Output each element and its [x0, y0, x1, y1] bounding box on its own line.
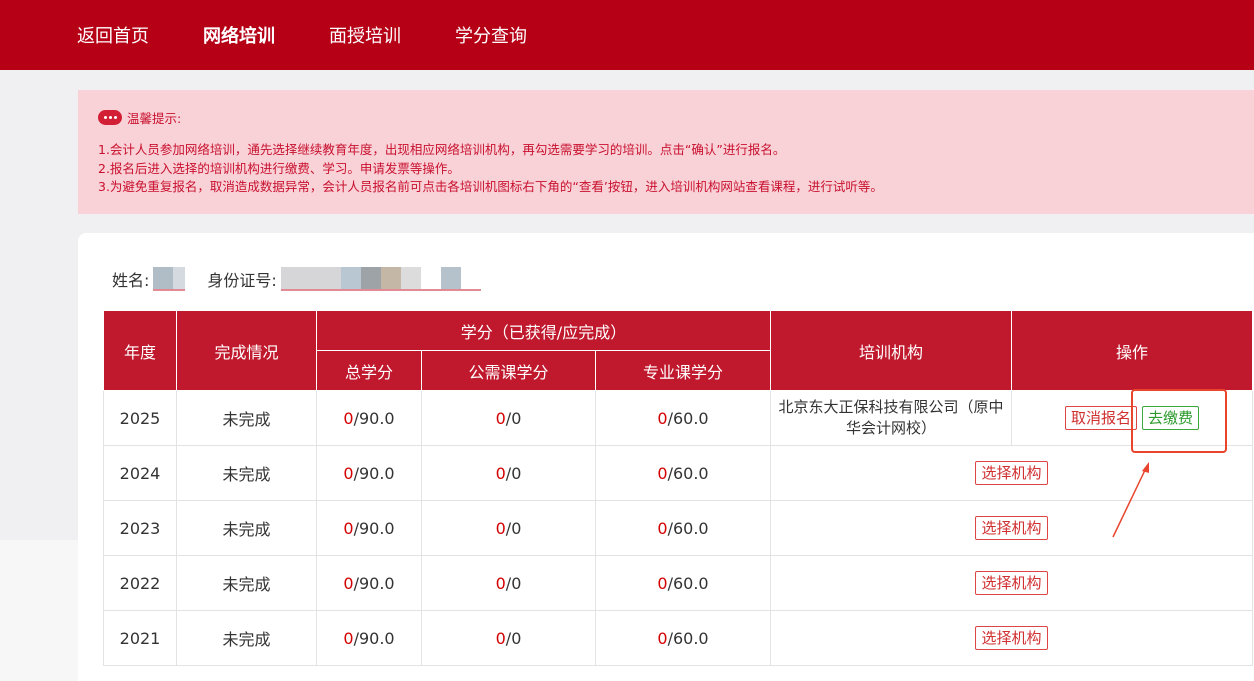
annotation-arrow-icon — [1112, 462, 1149, 538]
